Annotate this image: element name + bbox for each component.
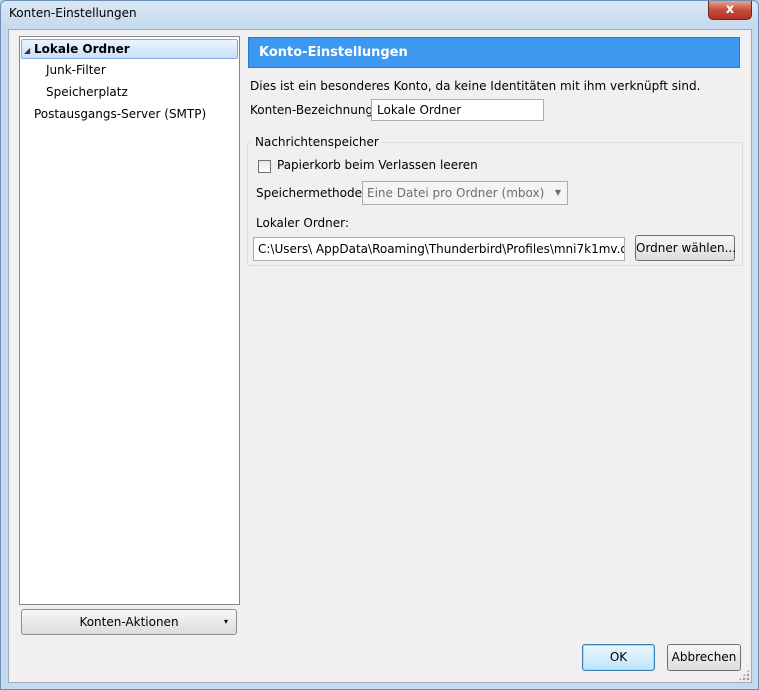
account-name-label: Konten-Bezeichnung: (250, 103, 378, 117)
empty-trash-label[interactable]: Papierkorb beim Verlassen leeren (277, 158, 478, 172)
message-storage-group: Nachrichtenspeicher Papierkorb beim Verl… (247, 135, 743, 266)
close-icon: x (725, 2, 735, 17)
tree-item-label: Speicherplatz (46, 85, 128, 99)
close-button[interactable]: x (708, 1, 752, 20)
account-name-input[interactable] (371, 99, 544, 121)
tree-item-label: Postausgangs-Server (SMTP) (34, 107, 207, 121)
cancel-button[interactable]: Abbrechen (667, 644, 741, 671)
title-bar[interactable]: Konten-Einstellungen x (1, 1, 758, 27)
account-actions-button[interactable]: Konten-Aktionen ▾ (21, 609, 237, 635)
empty-trash-checkbox[interactable] (258, 160, 271, 173)
account-description: Dies ist ein besonderes Konto, da keine … (250, 79, 701, 93)
expanded-triangle-icon[interactable]: ◢ (24, 42, 34, 60)
tree-item-label: Lokale Ordner (34, 42, 130, 56)
local-folder-label: Lokaler Ordner: (256, 216, 349, 230)
account-settings-panel: Konto-Einstellungen Dies ist ein besonde… (247, 36, 744, 266)
tree-item-label: Junk-Filter (46, 63, 106, 77)
account-tree[interactable]: ◢ Lokale Ordner Junk-Filter Speicherplatz… (19, 36, 240, 605)
chevron-down-icon: ▼ (554, 188, 561, 197)
panel-header: Konto-Einstellungen (248, 37, 740, 68)
window-title: Konten-Einstellungen (9, 6, 137, 20)
storage-method-select: Eine Datei pro Ordner (mbox) ▼ (362, 181, 568, 205)
resize-grip-icon[interactable] (738, 669, 750, 681)
tree-item-junk-filter[interactable]: Junk-Filter (46, 60, 106, 80)
dialog-window: Konten-Einstellungen x ◢ Lokale Ordner Ju… (0, 0, 759, 690)
tree-item-lokale-ordner[interactable]: ◢ Lokale Ordner (21, 39, 238, 59)
storage-method-value: Eine Datei pro Ordner (mbox) (367, 186, 545, 200)
local-folder-path-field[interactable]: C:\Users\ AppData\Roaming\Thunderbird\Pr… (253, 237, 625, 261)
tree-item-speicherplatz[interactable]: Speicherplatz (46, 82, 128, 102)
choose-folder-button[interactable]: Ordner wählen... (635, 235, 736, 261)
ok-button[interactable]: OK (582, 644, 655, 671)
storage-method-label: Speichermethode: (256, 186, 367, 200)
group-title: Nachrichtenspeicher (253, 135, 381, 149)
dropdown-arrow-icon: ▾ (223, 617, 228, 626)
account-actions-label: Konten-Aktionen (79, 615, 179, 629)
dialog-client-area: ◢ Lokale Ordner Junk-Filter Speicherplatz… (8, 29, 752, 683)
tree-item-smtp-server[interactable]: Postausgangs-Server (SMTP) (34, 104, 206, 124)
